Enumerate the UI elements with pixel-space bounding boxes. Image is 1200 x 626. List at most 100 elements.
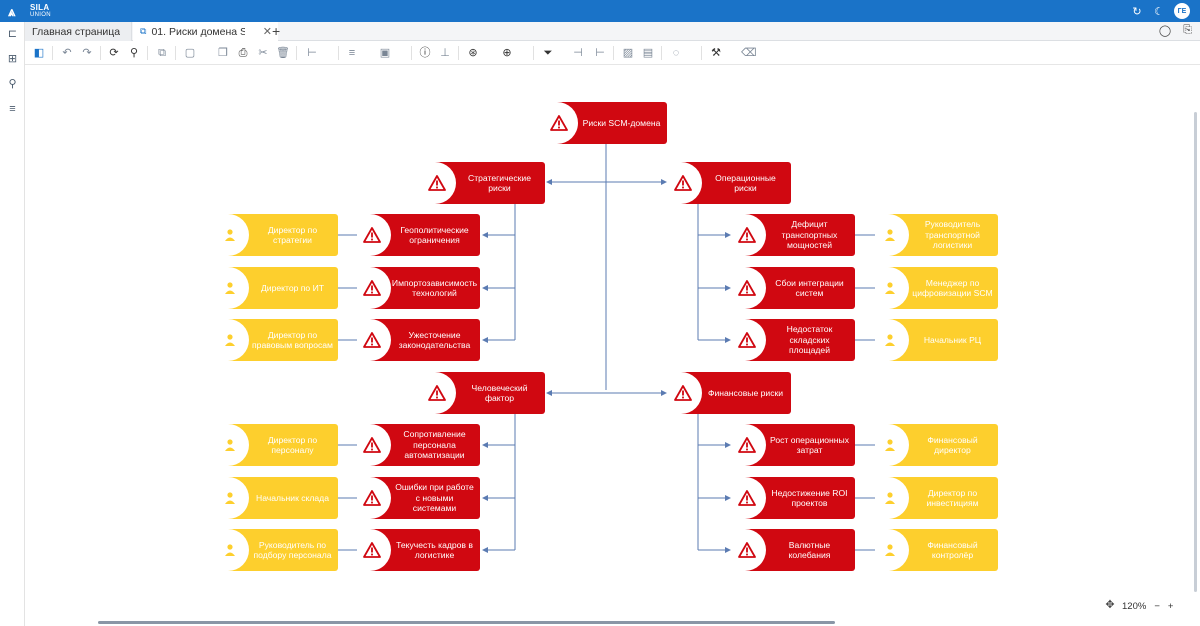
- arrange-icon[interactable]: ▣: [378, 46, 392, 60]
- layers-icon[interactable]: ◧: [32, 46, 46, 60]
- node-risk[interactable]: Сопротивление персонала автоматизации: [357, 424, 480, 466]
- node-category-human[interactable]: Человеческий фактор: [422, 372, 545, 414]
- node-label: Директор по персоналу: [267, 434, 318, 456]
- node-owner[interactable]: Начальник склада: [215, 477, 338, 519]
- distribute-right-icon[interactable]: ⊢: [593, 46, 607, 60]
- node-owner[interactable]: Директор по инвестициям: [875, 477, 998, 519]
- node-owner[interactable]: Директор по правовым вопросам: [215, 319, 338, 361]
- hierarchy-icon[interactable]: ⊥: [438, 46, 452, 60]
- warning-icon: [428, 175, 446, 191]
- text-box-icon[interactable]: ▤: [641, 46, 655, 60]
- zoom-level[interactable]: 120%: [1122, 601, 1146, 612]
- warning-icon: [738, 437, 756, 453]
- insert-object-icon[interactable]: ⊕: [500, 46, 514, 60]
- vertical-scrollbar[interactable]: [1194, 112, 1197, 592]
- node-owner[interactable]: Финансовый директор: [875, 424, 998, 466]
- node-owner[interactable]: Директор по персоналу: [215, 424, 338, 466]
- warning-icon: [738, 490, 756, 506]
- cut-icon[interactable]: ✂: [256, 46, 270, 60]
- warning-icon: [363, 542, 381, 558]
- node-root[interactable]: Риски SCM-домена: [544, 102, 667, 144]
- diagram-canvas[interactable]: [25, 66, 1200, 626]
- distribute-left-icon[interactable]: ⊣: [571, 46, 585, 60]
- close-tab-icon[interactable]: ✕: [263, 25, 272, 38]
- new-page-icon[interactable]: ▢: [183, 46, 197, 60]
- node-risk[interactable]: Недостаток складских площадей: [732, 319, 855, 361]
- duplicate-icon[interactable]: ❐: [216, 46, 230, 60]
- node-category-financial[interactable]: Финансовые риски: [668, 372, 791, 414]
- node-risk[interactable]: Рост операционных затрат: [732, 424, 855, 466]
- print-icon[interactable]: ⎙: [236, 46, 250, 60]
- dark-mode-icon[interactable]: ☾: [1152, 5, 1166, 18]
- user-avatar[interactable]: ГЕ: [1174, 3, 1190, 19]
- node-tag: [215, 319, 249, 361]
- separator: [100, 46, 101, 60]
- info-icon[interactable]: ⓘ: [418, 46, 432, 60]
- node-risk[interactable]: Недостижение ROI проектов: [732, 477, 855, 519]
- warning-icon: [363, 490, 381, 506]
- redo-icon[interactable]: ↷: [80, 46, 94, 60]
- node-tag: [875, 319, 909, 361]
- node-owner[interactable]: Начальник РЦ: [875, 319, 998, 361]
- add-tab-button[interactable]: +: [272, 23, 280, 39]
- node-risk[interactable]: Импортозависимость технологий: [357, 267, 480, 309]
- node-owner[interactable]: Финансовый контролёр: [875, 529, 998, 571]
- format-painter-icon[interactable]: ⚒: [709, 46, 723, 60]
- node-risk[interactable]: Геополитические ограничения: [357, 214, 480, 256]
- node-owner[interactable]: Директор по стратегии: [215, 214, 338, 256]
- node-risk[interactable]: Ужесточение законодательства: [357, 319, 480, 361]
- node-risk[interactable]: Ошибки при работе с новыми системами: [357, 477, 480, 519]
- search-icon[interactable]: ⚲: [6, 78, 19, 91]
- separator: [613, 46, 614, 60]
- node-label: Ужесточение законодательства: [398, 329, 471, 351]
- delete-icon[interactable]: 🗑: [276, 46, 290, 60]
- node-risk[interactable]: Валютные колебания: [732, 529, 855, 571]
- select-mode-icon[interactable]: ⊛: [466, 46, 480, 60]
- node-owner[interactable]: Руководитель по подбору персонала: [215, 529, 338, 571]
- node-owner[interactable]: Руководитель транспортной логистики: [875, 214, 998, 256]
- align-icon[interactable]: ⊢: [305, 46, 319, 60]
- objects-icon[interactable]: ⊞: [6, 53, 19, 66]
- node-label: Руководитель по подбору персонала: [253, 539, 332, 561]
- node-owner[interactable]: Менеджер по цифровизации SCM: [875, 267, 998, 309]
- node-tag: [357, 477, 391, 519]
- warning-icon: [738, 332, 756, 348]
- node-tag: [357, 267, 391, 309]
- comment-shape-icon[interactable]: ◌: [669, 46, 683, 60]
- node-owner[interactable]: Директор по ИТ: [215, 267, 338, 309]
- comments-icon[interactable]: ◯: [1159, 24, 1171, 37]
- node-tag: [422, 162, 456, 204]
- sync-icon[interactable]: ⟳: [107, 46, 121, 60]
- owner-person-icon: [885, 544, 895, 556]
- node-tag: [732, 214, 766, 256]
- pan-move-icon[interactable]: ✥: [1102, 598, 1118, 614]
- horizontal-scrollbar[interactable]: [98, 621, 835, 624]
- refresh-icon[interactable]: ↻: [1130, 5, 1144, 18]
- eraser-icon[interactable]: ⌫: [741, 46, 757, 60]
- node-risk[interactable]: Сбои интеграции систем: [732, 267, 855, 309]
- warning-icon: [550, 115, 568, 131]
- copy-icon[interactable]: ⧉: [155, 46, 169, 60]
- structure-icon[interactable]: ⊏: [6, 28, 19, 41]
- owner-person-icon: [225, 492, 235, 504]
- node-risk[interactable]: Текучесть кадров в логистике: [357, 529, 480, 571]
- node-tag: [215, 267, 249, 309]
- tab-home[interactable]: Главная страница: [25, 22, 132, 41]
- filter-icon[interactable]: ⏷: [541, 46, 555, 60]
- image-icon[interactable]: ▨: [621, 46, 635, 60]
- node-category-strategic[interactable]: Стратегические риски: [422, 162, 545, 204]
- zoom-search-icon[interactable]: ⚲: [127, 46, 141, 60]
- node-tag: [875, 529, 909, 571]
- node-category-operational[interactable]: Операционные риски: [668, 162, 791, 204]
- node-tag: [668, 162, 702, 204]
- node-risk[interactable]: Дефицит транспортных мощностей: [732, 214, 855, 256]
- undo-icon[interactable]: ↶: [60, 46, 74, 60]
- zoom-out-button[interactable]: −: [1154, 601, 1160, 612]
- zoom-in-button[interactable]: +: [1168, 601, 1174, 612]
- share-icon[interactable]: ⎘: [1183, 24, 1192, 37]
- settings-sliders-icon[interactable]: ≡: [6, 103, 19, 116]
- text-align-icon[interactable]: ≡: [345, 46, 359, 60]
- node-tag: [875, 424, 909, 466]
- tab-diagram[interactable]: ⧉ 01. Риски домена SCM ✕: [133, 22, 278, 41]
- app-logo[interactable]: ⩓ SILA UNION: [8, 2, 68, 20]
